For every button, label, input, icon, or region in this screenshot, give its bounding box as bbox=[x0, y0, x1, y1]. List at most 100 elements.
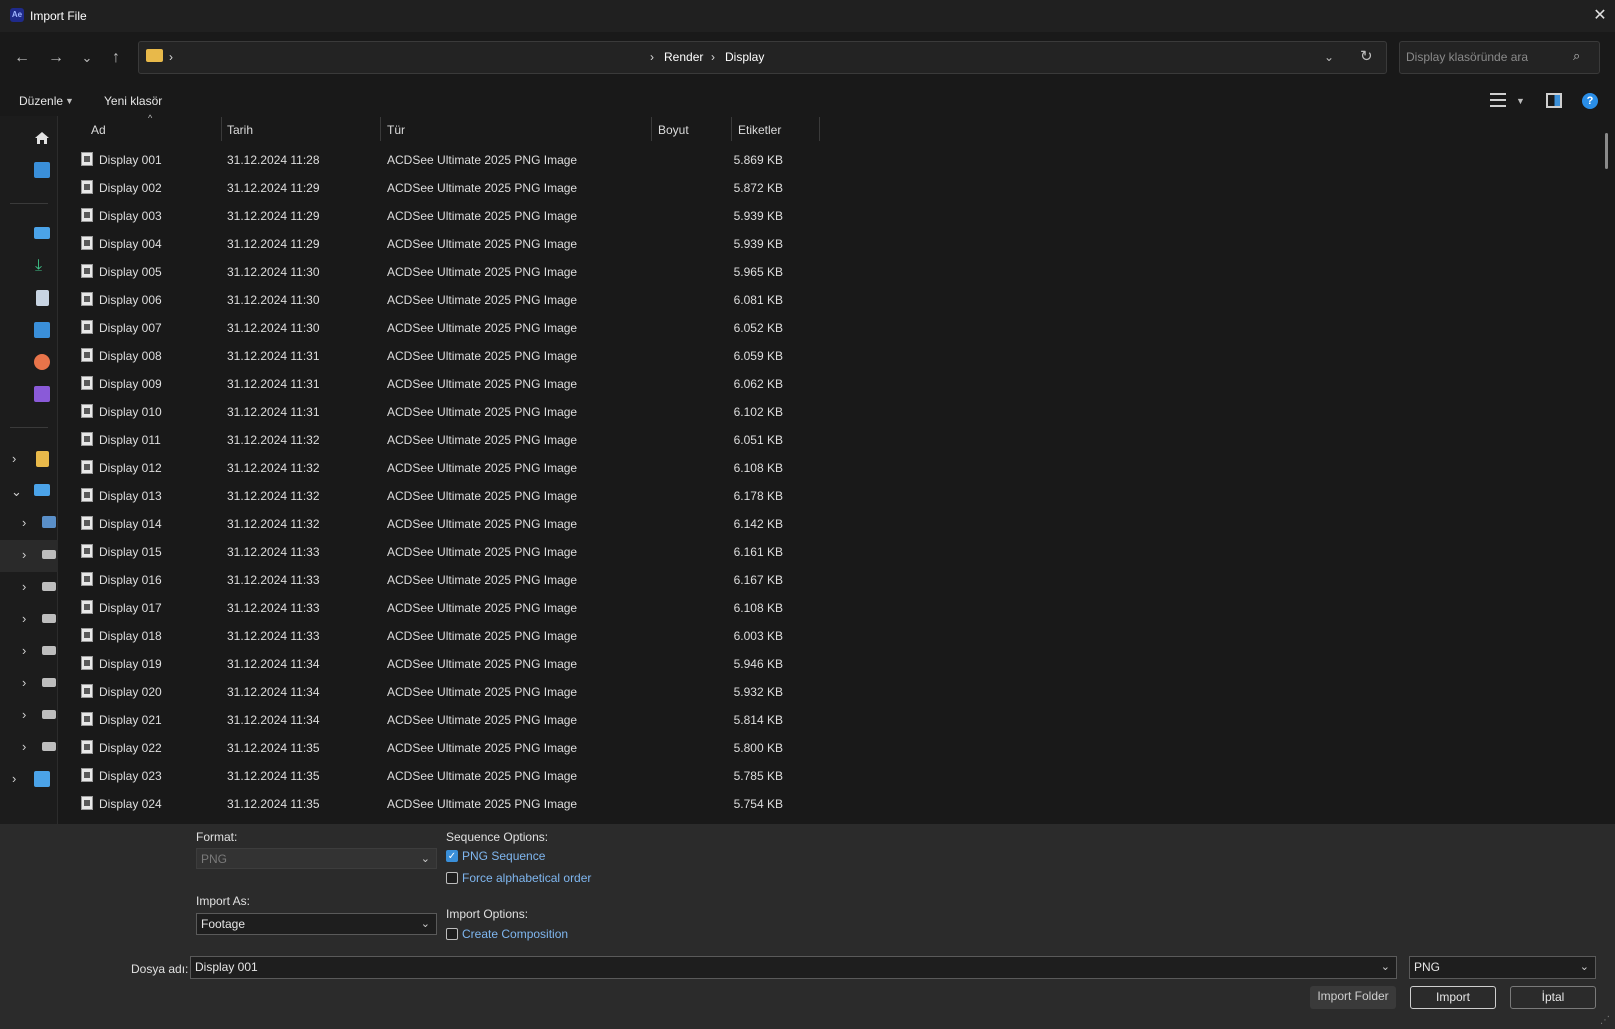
column-separator[interactable] bbox=[380, 117, 381, 141]
drive-icon[interactable] bbox=[42, 550, 56, 559]
file-name[interactable]: Display 021 bbox=[99, 713, 162, 727]
column-separator[interactable] bbox=[819, 117, 820, 141]
pictures-icon[interactable] bbox=[34, 322, 50, 338]
resize-grip-icon[interactable]: ⋰ bbox=[1600, 1015, 1610, 1026]
table-row[interactable]: Display 008 31.12.2024 11:31 ACDSee Ultima… bbox=[59, 342, 1589, 370]
file-name[interactable]: Display 022 bbox=[99, 741, 162, 755]
column-header-date[interactable]: Tarih bbox=[227, 123, 253, 137]
file-name[interactable]: Display 001 bbox=[99, 153, 162, 167]
file-name[interactable]: Display 003 bbox=[99, 209, 162, 223]
chevron-right-icon[interactable]: › bbox=[22, 675, 26, 690]
table-row[interactable]: Display 007 31.12.2024 11:30 ACDSee Ultima… bbox=[59, 314, 1589, 342]
table-row[interactable]: Display 004 31.12.2024 11:29 ACDSee Ultima… bbox=[59, 230, 1589, 258]
chevron-down-icon[interactable]: ⌄ bbox=[1580, 957, 1589, 978]
table-row[interactable]: Display 012 31.12.2024 11:32 ACDSee Ultima… bbox=[59, 454, 1589, 482]
chevron-right-icon[interactable]: › bbox=[12, 771, 16, 786]
table-row[interactable]: Display 021 31.12.2024 11:34 ACDSee Ultima… bbox=[59, 706, 1589, 734]
help-icon[interactable]: ? bbox=[1582, 93, 1598, 109]
file-name[interactable]: Display 006 bbox=[99, 293, 162, 307]
file-name[interactable]: Display 014 bbox=[99, 517, 162, 531]
table-row[interactable]: Display 023 31.12.2024 11:35 ACDSee Ultima… bbox=[59, 762, 1589, 790]
file-name[interactable]: Display 017 bbox=[99, 601, 162, 615]
table-row[interactable]: Display 017 31.12.2024 11:33 ACDSee Ultima… bbox=[59, 594, 1589, 622]
breadcrumb-display[interactable]: Display bbox=[725, 50, 764, 64]
filename-value[interactable]: Display 001 bbox=[195, 960, 258, 974]
chevron-down-icon[interactable]: ⌄ bbox=[421, 914, 430, 934]
table-row[interactable]: Display 014 31.12.2024 11:32 ACDSee Ultima… bbox=[59, 510, 1589, 538]
refresh-icon[interactable]: ↻ bbox=[1360, 47, 1373, 65]
import-button[interactable]: Import bbox=[1410, 986, 1496, 1009]
breadcrumb-separator[interactable]: › bbox=[711, 50, 715, 64]
file-name[interactable]: Display 012 bbox=[99, 461, 162, 475]
table-row[interactable]: Display 024 31.12.2024 11:35 ACDSee Ultima… bbox=[59, 790, 1589, 818]
drive-icon[interactable] bbox=[42, 646, 56, 655]
caret-down-icon[interactable]: ▼ bbox=[1516, 96, 1525, 106]
chevron-right-icon[interactable]: › bbox=[22, 611, 26, 626]
chevron-right-icon[interactable]: › bbox=[22, 515, 26, 530]
up-button[interactable]: ↑ bbox=[104, 46, 128, 70]
chevron-right-icon[interactable]: › bbox=[22, 547, 26, 562]
table-row[interactable]: Display 005 31.12.2024 11:30 ACDSee Ultima… bbox=[59, 258, 1589, 286]
drive-icon[interactable] bbox=[42, 678, 56, 687]
search-icon[interactable]: ⌕ bbox=[1573, 48, 1580, 64]
column-header-type[interactable]: Tür bbox=[387, 123, 405, 137]
address-dropdown-icon[interactable]: ⌄ bbox=[1324, 50, 1334, 64]
table-row[interactable]: Display 019 31.12.2024 11:34 ACDSee Ultima… bbox=[59, 650, 1589, 678]
import-as-select[interactable]: Footage ⌄ bbox=[196, 913, 437, 935]
file-name[interactable]: Display 015 bbox=[99, 545, 162, 559]
new-folder-button[interactable]: Yeni klasör bbox=[104, 94, 162, 108]
png-sequence-label[interactable]: PNG Sequence bbox=[462, 849, 545, 863]
back-button[interactable]: ← bbox=[10, 46, 34, 70]
table-row[interactable]: Display 011 31.12.2024 11:32 ACDSee Ultima… bbox=[59, 426, 1589, 454]
chevron-down-icon[interactable]: ⌄ bbox=[11, 484, 22, 500]
table-row[interactable]: Display 002 31.12.2024 11:29 ACDSee Ultima… bbox=[59, 174, 1589, 202]
file-name[interactable]: Display 020 bbox=[99, 685, 162, 699]
close-button[interactable]: ✕ bbox=[1589, 6, 1611, 26]
table-row[interactable]: Display 022 31.12.2024 11:35 ACDSee Ultima… bbox=[59, 734, 1589, 762]
table-row[interactable]: Display 018 31.12.2024 11:33 ACDSee Ultima… bbox=[59, 622, 1589, 650]
filetype-select[interactable]: PNG ⌄ bbox=[1409, 956, 1596, 979]
file-name[interactable]: Display 019 bbox=[99, 657, 162, 671]
recent-locations-button[interactable]: ⌄ bbox=[75, 46, 99, 70]
videos-icon[interactable] bbox=[34, 386, 50, 402]
create-composition-checkbox[interactable] bbox=[446, 928, 458, 940]
organize-menu[interactable]: Düzenle bbox=[19, 94, 63, 108]
cancel-button[interactable]: İptal bbox=[1510, 986, 1596, 1009]
breadcrumb-separator[interactable]: › bbox=[169, 50, 173, 64]
chevron-right-icon[interactable]: › bbox=[22, 739, 26, 754]
force-alphabetical-label[interactable]: Force alphabetical order bbox=[462, 871, 591, 885]
preview-pane-icon[interactable] bbox=[1546, 93, 1562, 108]
network-icon[interactable] bbox=[34, 771, 50, 787]
column-separator[interactable] bbox=[651, 117, 652, 141]
table-row[interactable]: Display 013 31.12.2024 11:32 ACDSee Ultima… bbox=[59, 482, 1589, 510]
home-icon[interactable] bbox=[34, 131, 50, 145]
file-name[interactable]: Display 018 bbox=[99, 629, 162, 643]
column-header-name[interactable]: Ad bbox=[91, 123, 106, 137]
chevron-right-icon[interactable]: › bbox=[22, 643, 26, 658]
column-header-tags[interactable]: Etiketler bbox=[738, 123, 781, 137]
file-name[interactable]: Display 002 bbox=[99, 181, 162, 195]
import-folder-button[interactable]: Import Folder bbox=[1310, 986, 1396, 1009]
documents-icon[interactable] bbox=[36, 290, 49, 306]
breadcrumb-render[interactable]: Render bbox=[664, 50, 703, 64]
scrollbar-thumb[interactable] bbox=[1605, 133, 1608, 169]
file-name[interactable]: Display 010 bbox=[99, 405, 162, 419]
table-row[interactable]: Display 006 31.12.2024 11:30 ACDSee Ultima… bbox=[59, 286, 1589, 314]
create-composition-label[interactable]: Create Composition bbox=[462, 927, 568, 941]
file-name[interactable]: Display 013 bbox=[99, 489, 162, 503]
file-name[interactable]: Display 016 bbox=[99, 573, 162, 587]
file-name[interactable]: Display 008 bbox=[99, 349, 162, 363]
file-name[interactable]: Display 007 bbox=[99, 321, 162, 335]
chevron-right-icon[interactable]: › bbox=[22, 707, 26, 722]
chevron-down-icon[interactable]: ⌄ bbox=[1381, 957, 1390, 978]
drive-icon[interactable] bbox=[42, 742, 56, 751]
desktop-icon[interactable] bbox=[34, 227, 50, 239]
column-separator[interactable] bbox=[731, 117, 732, 141]
music-icon[interactable] bbox=[34, 354, 50, 370]
table-row[interactable]: Display 001 31.12.2024 11:28 ACDSee Ultima… bbox=[59, 146, 1589, 174]
file-name[interactable]: Display 024 bbox=[99, 797, 162, 811]
table-row[interactable]: Display 009 31.12.2024 11:31 ACDSee Ultima… bbox=[59, 370, 1589, 398]
gallery-icon[interactable] bbox=[34, 162, 50, 178]
force-alphabetical-checkbox[interactable] bbox=[446, 872, 458, 884]
drive-icon[interactable] bbox=[42, 710, 56, 719]
